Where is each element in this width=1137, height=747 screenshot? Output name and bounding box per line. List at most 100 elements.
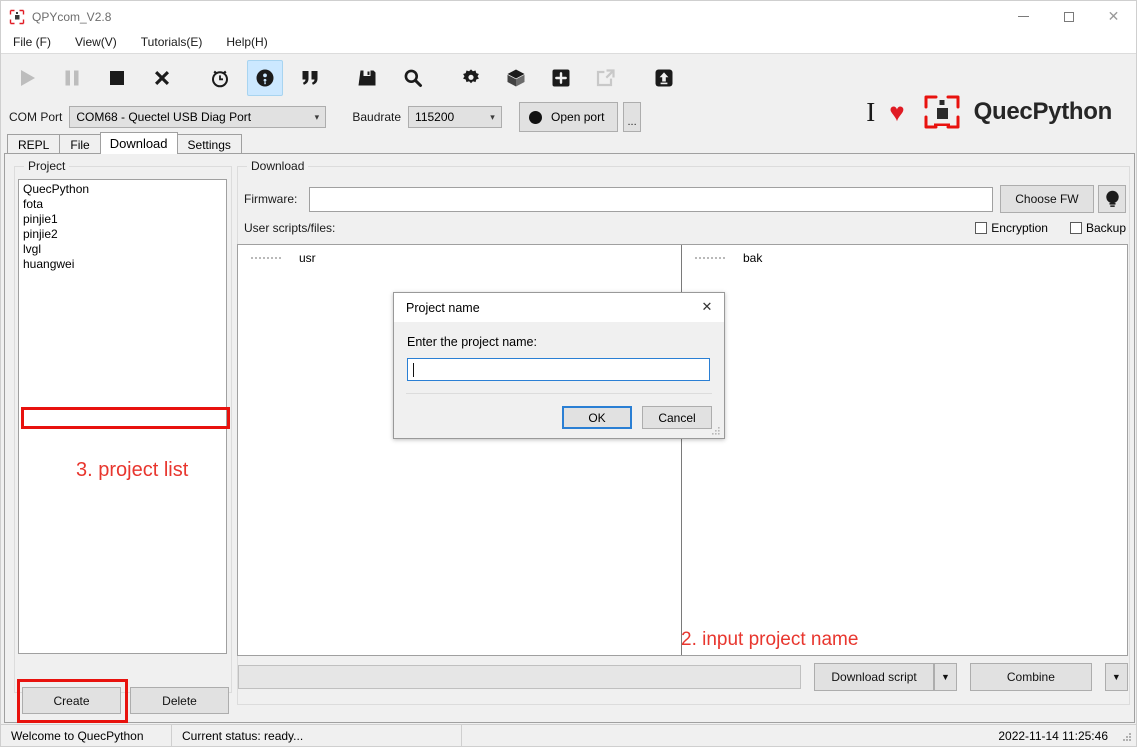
chevron-down-icon: ▾ <box>314 111 320 122</box>
quecpython-logo-icon <box>922 92 962 132</box>
app-icon <box>9 9 25 25</box>
text-caret <box>413 362 414 377</box>
project-buttons: Create Delete <box>22 687 229 714</box>
dialog-title: Project name <box>406 300 480 315</box>
dialog-title-bar: Project name ✕ <box>394 293 724 322</box>
project-group: Project QuecPython fota pinjie1 pinjie2 … <box>14 159 232 723</box>
cancel-button[interactable]: Cancel <box>642 406 712 429</box>
save-button[interactable] <box>350 60 386 96</box>
backup-checkbox[interactable]: Backup <box>1069 221 1126 235</box>
user-scripts-row: User scripts/files: Encryption Backup <box>244 221 1126 235</box>
checkbox-icon <box>975 222 988 234</box>
repl-circle-button[interactable] <box>247 60 283 96</box>
quote-button[interactable] <box>292 60 328 96</box>
group-border <box>237 166 1130 176</box>
firmware-input[interactable] <box>309 186 993 212</box>
checkbox-icon <box>1069 222 1082 234</box>
port-status-indicator-icon <box>529 110 543 124</box>
chevron-down-icon: ▾ <box>490 111 495 122</box>
delete-button[interactable]: Delete <box>130 687 229 714</box>
pause-button[interactable] <box>54 60 90 96</box>
dialog-buttons: OK Cancel <box>562 406 712 429</box>
progress-bar <box>238 665 802 689</box>
download-script-dropdown-button[interactable]: ▼ <box>933 663 958 691</box>
list-item[interactable]: pinjie2 <box>21 227 226 242</box>
tab-file[interactable]: File <box>59 134 101 154</box>
download-group-title: Download <box>247 159 309 173</box>
bak-tree-column[interactable]: bak <box>682 245 1127 655</box>
download-action-row: Download script ▼ Combine ▼ <box>237 662 1128 692</box>
open-port-button[interactable]: Open port <box>519 102 619 132</box>
com-port-label: COM Port <box>9 110 63 124</box>
dialog-body: Enter the project name: <box>394 322 724 381</box>
backup-label: Backup <box>1085 221 1126 235</box>
status-bar: Welcome to QuecPython Current status: re… <box>1 724 1136 746</box>
annotation-step-3: 3. project list <box>76 459 189 481</box>
ok-button[interactable]: OK <box>562 406 632 429</box>
port-more-button[interactable]: ... <box>623 102 642 132</box>
box-button[interactable] <box>498 60 534 96</box>
status-timestamp: 2022-11-14 11:25:46 <box>461 725 1136 746</box>
close-button[interactable]: ✕ <box>1091 1 1136 32</box>
tree-expander-icon[interactable] <box>251 257 281 259</box>
project-group-title: Project <box>24 159 70 173</box>
dialog-close-button[interactable]: ✕ <box>690 293 724 322</box>
firmware-label: Firmware: <box>244 192 298 206</box>
list-item[interactable]: pinjie1 <box>21 212 226 227</box>
list-item[interactable]: fota <box>21 197 226 212</box>
project-name-input[interactable] <box>407 358 710 381</box>
menu-help[interactable]: Help(H) <box>222 33 277 51</box>
combine-button[interactable]: Combine <box>970 663 1092 691</box>
usr-label: usr <box>299 251 316 265</box>
baudrate-select[interactable]: 115200 ▾ <box>408 106 503 128</box>
dialog-resize-grip[interactable] <box>711 425 721 435</box>
create-button[interactable]: Create <box>22 687 121 714</box>
status-current: Current status: ready... <box>171 725 461 746</box>
choose-fw-button[interactable]: Choose FW <box>999 185 1095 213</box>
user-scripts-label: User scripts/files: <box>244 221 336 235</box>
gear-button[interactable] <box>453 60 489 96</box>
dialog-label: Enter the project name: <box>407 335 537 349</box>
brand-i-glyph: I <box>866 96 876 127</box>
lightbulb-button[interactable] <box>1098 185 1126 213</box>
menu-file[interactable]: File (F) <box>9 33 61 51</box>
list-item[interactable]: lvgl <box>21 242 226 257</box>
usr-tree-header[interactable]: usr <box>238 245 681 271</box>
alarm-clock-button[interactable] <box>202 60 238 96</box>
baudrate-value: 115200 <box>415 110 455 124</box>
menu-view[interactable]: View(V) <box>71 33 127 51</box>
close-icon: ✕ <box>1107 8 1120 25</box>
upload-button[interactable] <box>646 60 682 96</box>
lightbulb-icon <box>1105 190 1119 207</box>
minimize-button[interactable] <box>1001 1 1046 32</box>
encryption-checkbox[interactable]: Encryption <box>975 221 1048 235</box>
combine-dropdown-button[interactable]: ▼ <box>1104 663 1128 691</box>
baudrate-label: Baudrate <box>352 110 402 124</box>
heart-icon: ♥ <box>889 97 905 127</box>
plus-button[interactable] <box>543 60 579 96</box>
download-script-button[interactable]: Download script <box>814 663 934 691</box>
tab-download[interactable]: Download <box>99 132 178 154</box>
firmware-row: Firmware: Choose FW <box>244 185 1126 213</box>
title-bar: QPYcom_V2.8 ✕ <box>1 1 1136 32</box>
play-button[interactable] <box>9 60 45 96</box>
window-controls: ✕ <box>1001 1 1136 32</box>
list-item[interactable]: QuecPython <box>21 182 226 197</box>
tab-repl[interactable]: REPL <box>7 134 61 154</box>
window-title: QPYcom_V2.8 <box>32 9 112 24</box>
bak-tree-header[interactable]: bak <box>682 245 1127 271</box>
search-button[interactable] <box>395 60 431 96</box>
list-item-selected[interactable]: huangwei <box>21 257 226 272</box>
maximize-button[interactable] <box>1046 1 1091 32</box>
resize-grip[interactable] <box>1121 731 1133 743</box>
close-x-button[interactable] <box>144 60 180 96</box>
tab-settings[interactable]: Settings <box>176 134 242 154</box>
com-port-select[interactable]: COM68 - Quectel USB Diag Port ▾ <box>69 106 327 128</box>
stop-button[interactable] <box>99 60 135 96</box>
status-welcome: Welcome to QuecPython <box>11 728 144 743</box>
project-list[interactable]: QuecPython fota pinjie1 pinjie2 lvgl hua… <box>18 179 227 654</box>
brand-logo-group: I ♥ QuecPython <box>866 90 1112 134</box>
external-link-button[interactable] <box>588 60 624 96</box>
tree-expander-icon[interactable] <box>695 257 725 259</box>
menu-tutorials[interactable]: Tutorials(E) <box>137 33 213 51</box>
